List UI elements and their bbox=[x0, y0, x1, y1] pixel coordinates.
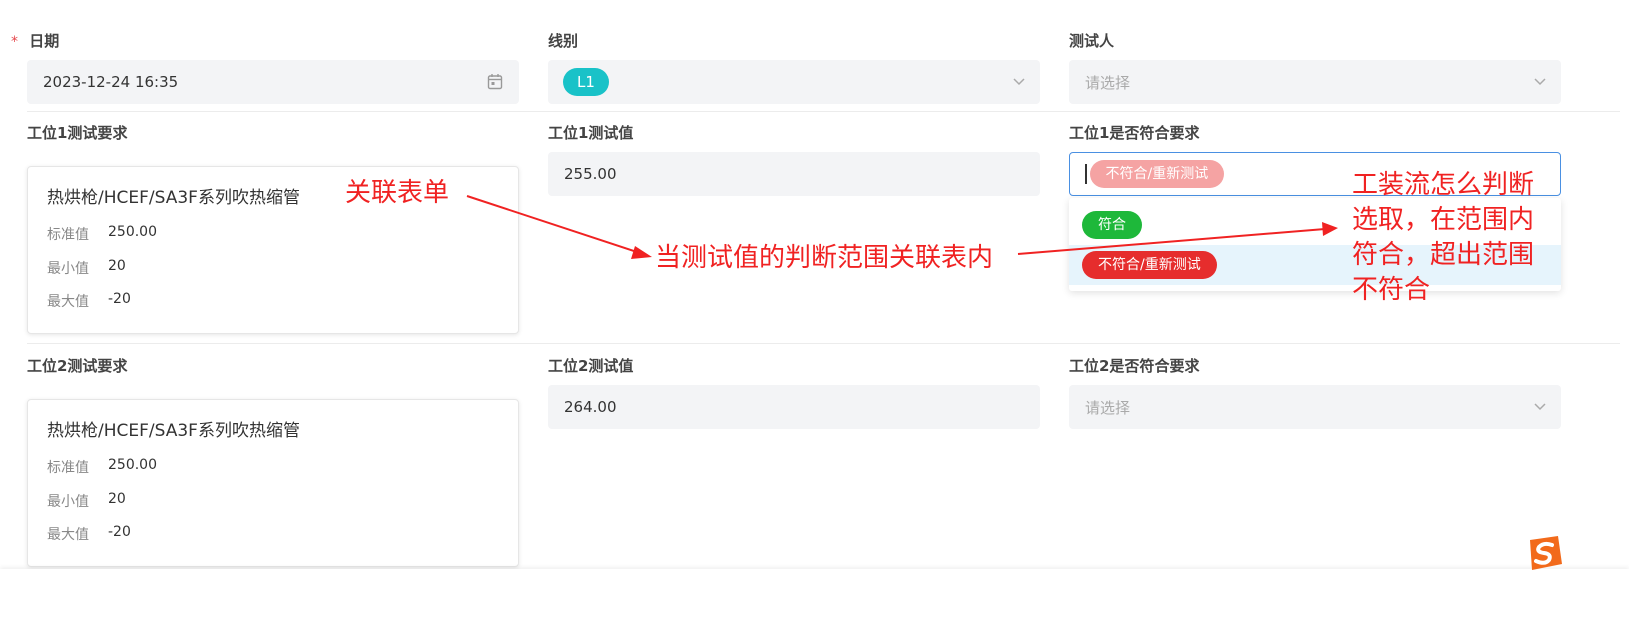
sogou-ime-icon[interactable] bbox=[1524, 534, 1564, 572]
arrow-line-2 bbox=[1017, 228, 1326, 255]
annotation-arrows bbox=[466, 195, 1338, 259]
arrow-head-1 bbox=[631, 246, 652, 259]
arrow-line-1 bbox=[466, 195, 641, 254]
arrow-head-2 bbox=[1322, 222, 1338, 236]
